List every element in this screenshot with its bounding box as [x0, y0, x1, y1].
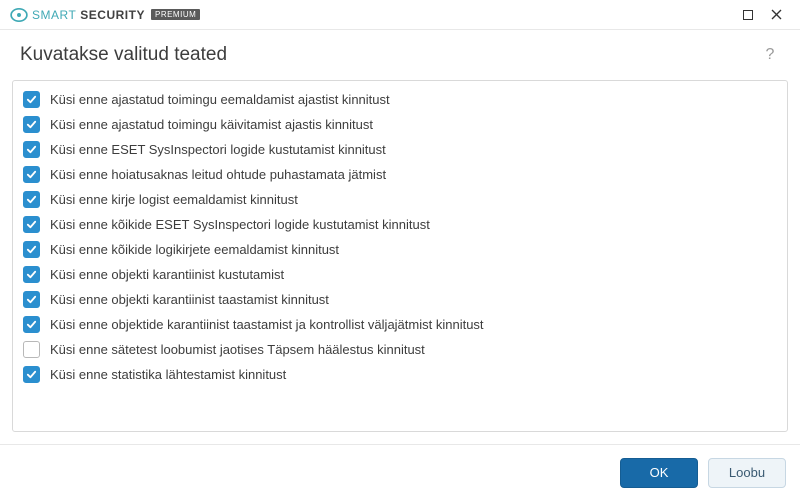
- brand-text-smart: SMART: [32, 8, 76, 22]
- list-item-label: Küsi enne objektide karantiinist taastam…: [50, 317, 484, 332]
- list-item-label: Küsi enne kirje logist eemaldamist kinni…: [50, 192, 298, 207]
- checkbox[interactable]: [23, 241, 40, 258]
- list-item: Küsi enne objektide karantiinist taastam…: [17, 312, 783, 337]
- list-item-label: Küsi enne hoiatusaknas leitud ohtude puh…: [50, 167, 386, 182]
- titlebar: SMART SECURITY PREMIUM: [0, 0, 800, 30]
- help-button[interactable]: ?: [760, 46, 780, 64]
- list-item: Küsi enne ajastatud toimingu käivitamist…: [17, 112, 783, 137]
- brand-badge-premium: PREMIUM: [151, 9, 200, 20]
- checkbox[interactable]: [23, 116, 40, 133]
- notifications-list[interactable]: Küsi enne ajastatud toimingu eemaldamist…: [12, 80, 788, 432]
- footer: OK Loobu: [0, 444, 800, 500]
- list-item-label: Küsi enne kõikide logikirjete eemaldamis…: [50, 242, 339, 257]
- checkmark-icon: [26, 219, 37, 230]
- list-item: Küsi enne kirje logist eemaldamist kinni…: [17, 187, 783, 212]
- list-item-label: Küsi enne kõikide ESET SysInspectori log…: [50, 217, 430, 232]
- brand: SMART SECURITY PREMIUM: [10, 6, 200, 24]
- checkmark-icon: [26, 319, 37, 330]
- checkbox[interactable]: [23, 366, 40, 383]
- checkbox[interactable]: [23, 166, 40, 183]
- list-item: Küsi enne kõikide ESET SysInspectori log…: [17, 212, 783, 237]
- checkbox[interactable]: [23, 91, 40, 108]
- page-title: Kuvatakse valitud teated: [20, 44, 227, 66]
- checkbox[interactable]: [23, 266, 40, 283]
- list-item-label: Küsi enne statistika lähtestamist kinnit…: [50, 367, 286, 382]
- list-item: Küsi enne kõikide logikirjete eemaldamis…: [17, 237, 783, 262]
- checkmark-icon: [26, 369, 37, 380]
- list-item: Küsi enne objekti karantiinist taastamis…: [17, 287, 783, 312]
- content: Küsi enne ajastatud toimingu eemaldamist…: [0, 80, 800, 432]
- checkbox[interactable]: [23, 191, 40, 208]
- list-item-label: Küsi enne sätetest loobumist jaotises Tä…: [50, 342, 425, 357]
- list-item-label: Küsi enne objekti karantiinist kustutami…: [50, 267, 284, 282]
- list-item: Küsi enne hoiatusaknas leitud ohtude puh…: [17, 162, 783, 187]
- checkmark-icon: [26, 94, 37, 105]
- checkmark-icon: [26, 294, 37, 305]
- checkmark-icon: [26, 144, 37, 155]
- list-item: Küsi enne sätetest loobumist jaotises Tä…: [17, 337, 783, 362]
- eset-logo-icon: [10, 6, 28, 24]
- close-icon: [771, 9, 782, 20]
- page-header: Kuvatakse valitud teated ?: [0, 30, 800, 80]
- checkbox[interactable]: [23, 141, 40, 158]
- list-item: Küsi enne ajastatud toimingu eemaldamist…: [17, 87, 783, 112]
- maximize-icon: [743, 10, 753, 20]
- list-item: Küsi enne ESET SysInspectori logide kust…: [17, 137, 783, 162]
- checkmark-icon: [26, 244, 37, 255]
- checkbox[interactable]: [23, 316, 40, 333]
- checkbox[interactable]: [23, 216, 40, 233]
- checkmark-icon: [26, 269, 37, 280]
- checkbox[interactable]: [23, 341, 40, 358]
- checkmark-icon: [26, 169, 37, 180]
- checkmark-icon: [26, 194, 37, 205]
- window-maximize-button[interactable]: [734, 1, 762, 29]
- checkmark-icon: [26, 119, 37, 130]
- checkbox[interactable]: [23, 291, 40, 308]
- list-item-label: Küsi enne ESET SysInspectori logide kust…: [50, 142, 386, 157]
- list-item: Küsi enne statistika lähtestamist kinnit…: [17, 362, 783, 387]
- list-item: Küsi enne objekti karantiinist kustutami…: [17, 262, 783, 287]
- window-close-button[interactable]: [762, 1, 790, 29]
- cancel-button[interactable]: Loobu: [708, 458, 786, 488]
- ok-button[interactable]: OK: [620, 458, 698, 488]
- list-item-label: Küsi enne ajastatud toimingu eemaldamist…: [50, 92, 390, 107]
- brand-text-security: SECURITY: [80, 8, 145, 22]
- list-item-label: Küsi enne objekti karantiinist taastamis…: [50, 292, 329, 307]
- list-item-label: Küsi enne ajastatud toimingu käivitamist…: [50, 117, 373, 132]
